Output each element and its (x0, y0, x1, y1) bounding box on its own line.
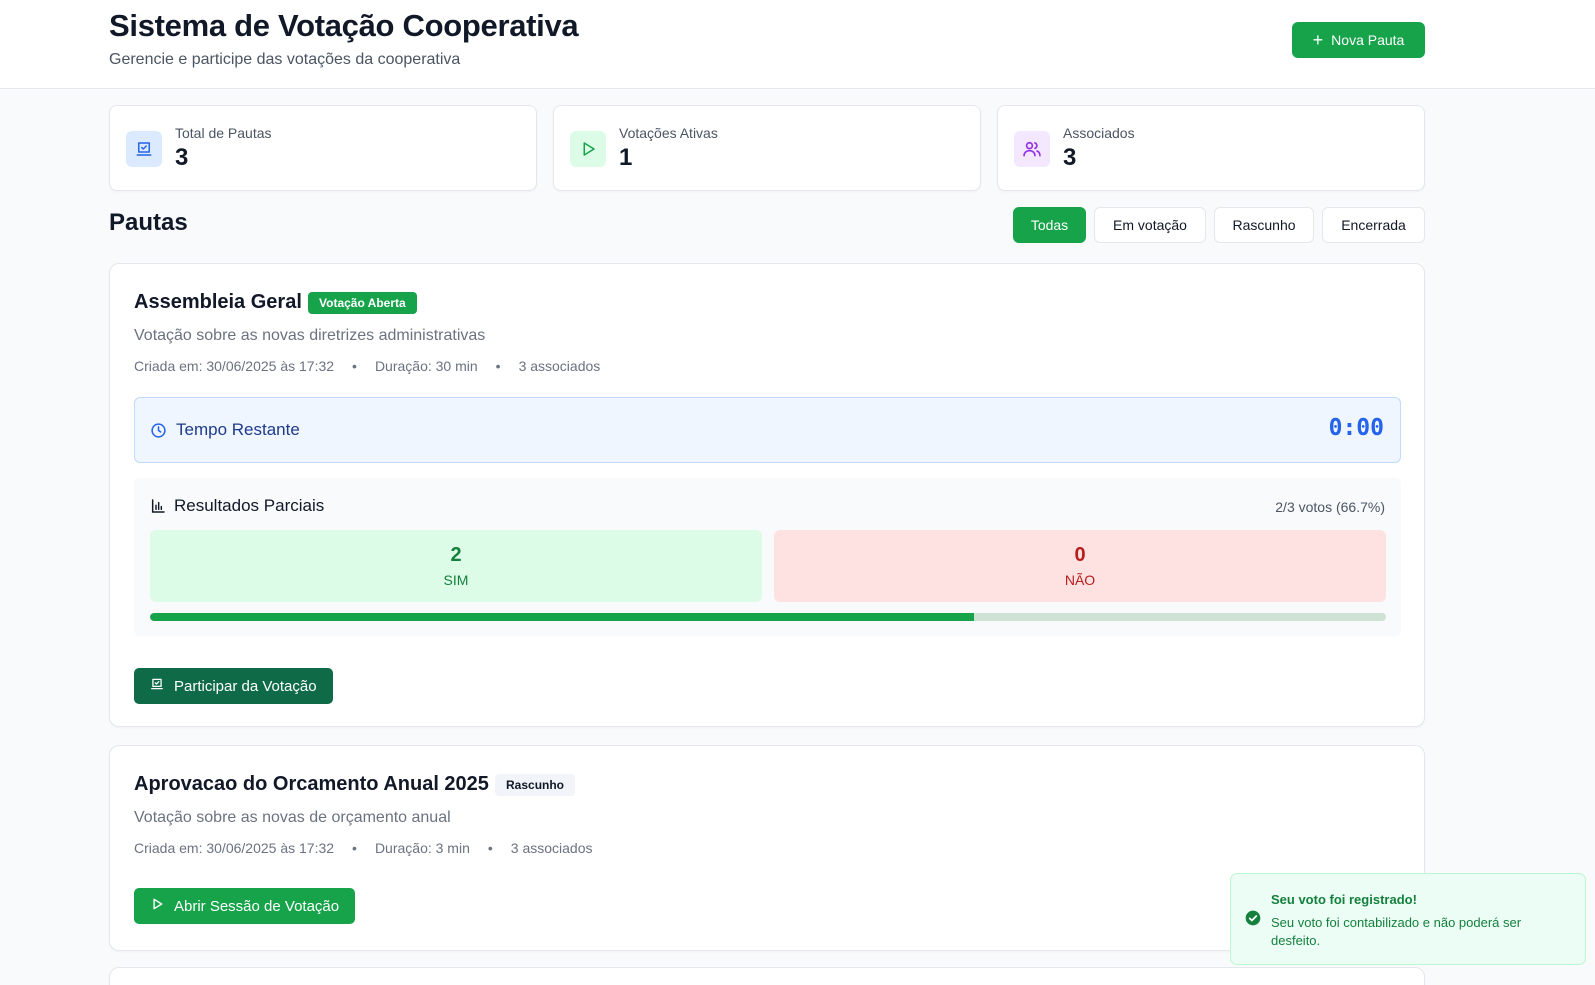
stat-value: 1 (619, 144, 633, 171)
bar-chart-icon (150, 498, 166, 519)
yes-votes-box: 2 SIM (150, 530, 762, 602)
members-count: 3 associados (518, 358, 601, 374)
section-title: Pautas (109, 209, 188, 236)
check-circle-icon (1245, 910, 1261, 931)
created-date: Criada em: 30/06/2025 às 17:32 (134, 840, 335, 856)
pauta-description: Votação sobre as novas diretrizes admini… (134, 327, 486, 344)
stat-value: 3 (1063, 144, 1077, 171)
created-date: Criada em: 30/06/2025 às 17:32 (134, 358, 335, 374)
votes-count: 2/3 votos (66.7%) (1275, 499, 1385, 515)
stat-card-members: Associados 3 (997, 105, 1425, 191)
new-pauta-button[interactable]: + Nova Pauta (1292, 22, 1425, 58)
vote-box-icon (150, 677, 164, 695)
results-label: Resultados Parciais (174, 496, 325, 515)
stat-label: Associados (1063, 125, 1135, 141)
no-label: NÃO (1064, 572, 1096, 588)
no-count: 0 (1074, 544, 1086, 566)
new-pauta-label: Nova Pauta (1331, 32, 1405, 48)
toast-title: Seu voto foi registrado! (1271, 892, 1417, 907)
clock-icon (150, 422, 167, 444)
yes-label: SIM (443, 572, 469, 588)
duration: Duração: 3 min (374, 840, 470, 856)
open-session-button[interactable]: Abrir Sessão de Votação (134, 888, 356, 924)
stat-label: Total de Pautas (175, 125, 272, 141)
separator-dot: • (495, 358, 501, 374)
vote-progress-fill (150, 613, 975, 621)
timer-value: 0:00 (1328, 415, 1384, 441)
pauta-card: Aprovacao do Orcamento Anual 2025 Rascun… (109, 745, 1425, 951)
page-subtitle: Gerencie e participe das votações da coo… (109, 51, 461, 68)
stat-card-active: Votações Ativas 1 (553, 105, 981, 191)
participate-label: Participar da Votação (174, 677, 317, 695)
pauta-meta: Criada em: 30/06/2025 às 17:32 • Duração… (134, 840, 593, 856)
partial-results: Resultados Parciais 2/3 votos (66.7%) 2 … (134, 478, 1401, 636)
stat-value: 3 (175, 144, 189, 171)
play-icon (570, 131, 606, 167)
timer-label: Tempo Restante (176, 420, 300, 439)
toast-message: Seu voto foi contabilizado e não poderá … (1271, 915, 1522, 948)
users-icon (1014, 131, 1050, 167)
pauta-card (109, 967, 1425, 985)
yes-count: 2 (450, 544, 462, 566)
plus-icon: + (1312, 30, 1324, 50)
filter-em-votacao[interactable]: Em votação (1094, 207, 1206, 243)
success-toast: Seu voto foi registrado! Seu voto foi co… (1230, 873, 1586, 965)
stat-card-total: Total de Pautas 3 (109, 105, 537, 191)
pauta-description: Votação sobre as novas de orçamento anua… (134, 809, 451, 826)
pauta-card: Assembleia Geral Votação Aberta Votação … (109, 263, 1425, 727)
app-header: Sistema de Votação Cooperativa Gerencie … (0, 0, 1595, 89)
no-votes-box: 0 NÃO (774, 530, 1386, 602)
separator-dot: • (352, 840, 357, 856)
separator-dot: • (487, 840, 493, 856)
pauta-meta: Criada em: 30/06/2025 às 17:32 • Duração… (134, 358, 600, 374)
vote-box-icon (126, 131, 162, 167)
participate-button[interactable]: Participar da Votação (134, 668, 333, 704)
members-count: 3 associados (510, 840, 593, 856)
timer-panel: Tempo Restante 0:00 (134, 397, 1401, 463)
filter-todas[interactable]: Todas (1013, 207, 1086, 243)
vote-progress-bar (150, 613, 1386, 621)
open-session-label: Abrir Sessão de Votação (174, 897, 340, 915)
filter-encerrada[interactable]: Encerrada (1322, 207, 1425, 243)
page-title: Sistema de Votação Cooperativa (109, 8, 579, 43)
filter-rascunho[interactable]: Rascunho (1214, 207, 1314, 243)
duration: Duração: 30 min (374, 358, 478, 374)
status-badge: Votação Aberta (308, 292, 417, 314)
status-badge: Rascunho (495, 774, 576, 796)
pauta-title: Aprovacao do Orcamento Anual 2025 (134, 773, 489, 795)
separator-dot: • (352, 358, 357, 374)
pauta-title: Assembleia Geral (134, 291, 302, 313)
play-icon (150, 897, 164, 915)
stat-label: Votações Ativas (619, 125, 718, 141)
